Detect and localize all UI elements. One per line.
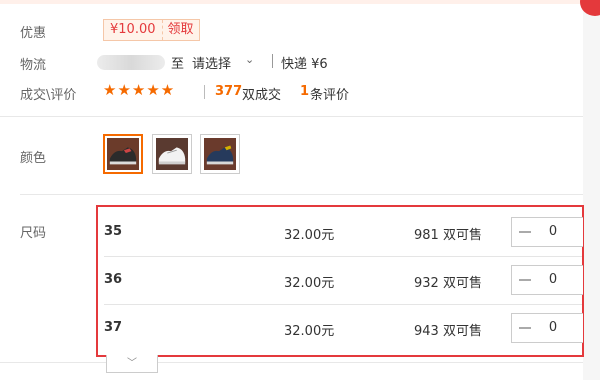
- chevron-down-icon: ﹀: [127, 357, 137, 369]
- size-row: 35 32.00元 981 双可售 0: [98, 209, 583, 255]
- review-text: 条评价: [310, 88, 350, 103]
- size-row: 37 32.00元 943 双可售 0: [98, 305, 583, 351]
- section-divider: [0, 362, 583, 363]
- shoe-thumbnail-icon: [107, 138, 139, 170]
- minus-icon: [519, 279, 531, 281]
- shipping-label: 物流: [20, 58, 47, 73]
- minus-button[interactable]: [512, 218, 538, 246]
- divider-vertical: [204, 85, 205, 99]
- top-strip: [0, 0, 600, 4]
- minus-icon: [519, 327, 531, 329]
- size-name: 36: [104, 272, 123, 287]
- destination-select[interactable]: 请选择: [192, 53, 231, 72]
- coupon-price: ¥10.00: [104, 20, 163, 40]
- origin-location-blurred: [97, 55, 165, 70]
- coupon-tag[interactable]: ¥10.00 领取: [103, 19, 200, 41]
- sold-count[interactable]: 377: [215, 84, 242, 99]
- sold-text: 双成交: [242, 88, 282, 103]
- section-divider: [0, 116, 583, 117]
- chevron-down-icon[interactable]: ⌄: [245, 53, 254, 66]
- size-price: 32.00元: [284, 276, 335, 291]
- minus-button[interactable]: [512, 314, 538, 342]
- color-swatch-white[interactable]: [152, 134, 192, 174]
- size-table: 35 32.00元 981 双可售 0 36 32.00元 932 双可售 0 …: [96, 205, 584, 357]
- size-stock: 943 双可售: [414, 324, 482, 339]
- expand-more-button[interactable]: ﹀: [106, 355, 158, 373]
- size-stock: 981 双可售: [414, 228, 482, 243]
- color-label: 颜色: [20, 151, 47, 166]
- size-name: 35: [104, 224, 123, 239]
- quantity-input[interactable]: 0: [538, 272, 568, 287]
- size-price: 32.00元: [284, 228, 335, 243]
- deals-label: 成交\评价: [20, 88, 77, 103]
- coupon-claim-button[interactable]: 领取: [163, 20, 199, 40]
- minus-icon: [519, 231, 531, 233]
- ship-to-text: 至: [171, 57, 185, 72]
- size-price: 32.00元: [284, 324, 335, 339]
- size-row: 36 32.00元 932 双可售 0: [98, 257, 583, 303]
- minus-button[interactable]: [512, 266, 538, 294]
- quantity-stepper[interactable]: 0: [511, 313, 583, 343]
- quantity-input[interactable]: 0: [538, 224, 568, 239]
- promo-label: 优惠: [20, 26, 47, 41]
- quantity-stepper[interactable]: 0: [511, 217, 583, 247]
- color-swatch-blue[interactable]: [200, 134, 240, 174]
- right-scroll-area: [583, 0, 600, 380]
- rating-stars-icon: ★★★★★: [103, 81, 176, 99]
- size-stock: 932 双可售: [414, 276, 482, 291]
- shoe-thumbnail-icon: [156, 138, 188, 170]
- size-name: 37: [104, 320, 123, 335]
- section-divider: [20, 194, 583, 195]
- shoe-thumbnail-icon: [204, 138, 236, 170]
- express-fee: 快递 ¥6: [281, 57, 328, 72]
- quantity-input[interactable]: 0: [538, 320, 568, 335]
- size-label: 尺码: [20, 226, 47, 241]
- review-count[interactable]: 1: [300, 84, 309, 99]
- color-swatch-black[interactable]: [103, 134, 143, 174]
- quantity-stepper[interactable]: 0: [511, 265, 583, 295]
- divider-vertical: [272, 54, 273, 68]
